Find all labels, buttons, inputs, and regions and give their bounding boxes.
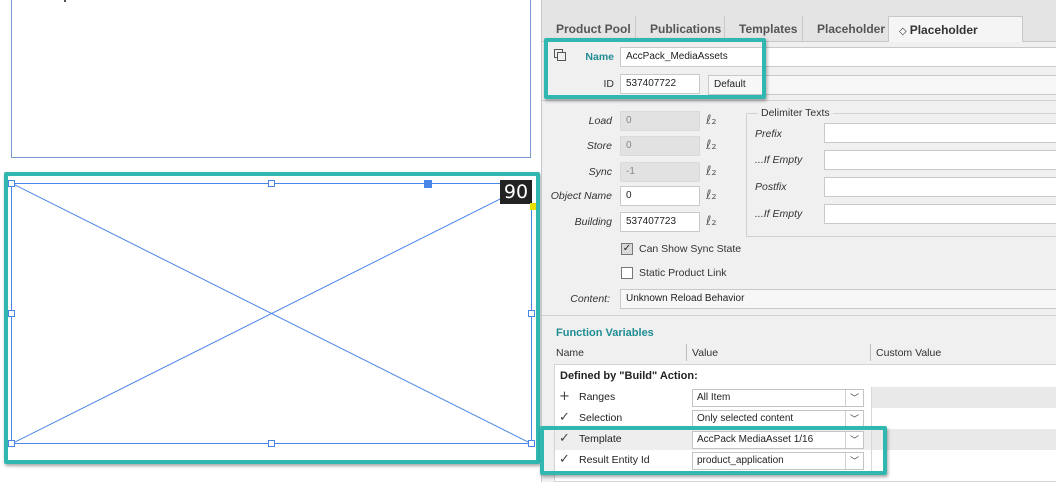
custom-value-cell[interactable] [871, 429, 1056, 450]
column-separator[interactable] [870, 344, 871, 361]
prefix-field[interactable] [824, 123, 1056, 143]
chevron-down-icon[interactable]: ﹀ [845, 432, 863, 448]
custom-value-cell[interactable] [871, 387, 1056, 408]
grid-header: Name Value Custom Value [554, 343, 1056, 362]
chevron-down-icon[interactable]: ﹀ [845, 390, 863, 406]
row-name: Result Entity Id [579, 454, 650, 466]
function-variables-title: Function Variables [556, 327, 654, 339]
chevron-down-icon[interactable]: ﹀ [845, 411, 863, 427]
table-row[interactable]: ✓ Selection Only selected content ﹀ [555, 408, 1056, 429]
content-label: Content: [570, 293, 610, 305]
chevron-down-icon[interactable]: ﹀ [845, 453, 863, 469]
static-product-link-label: Static Product Link [639, 267, 727, 279]
grid-group-header: Defined by "Build" Action: [560, 370, 698, 382]
chevron-updown-icon: ◇ [899, 26, 907, 37]
row-name: Template [579, 433, 622, 445]
frame-label-marker [530, 203, 536, 210]
resize-handle-bottom-right[interactable] [528, 440, 535, 447]
id-field[interactable]: 537407722 [620, 74, 700, 94]
prefix-if-empty-field[interactable] [824, 150, 1056, 170]
divider [542, 100, 1056, 101]
text-cursor-glyph [64, 0, 66, 2]
postfix-if-empty-field[interactable] [824, 204, 1056, 224]
row-name: Ranges [579, 391, 616, 403]
custom-value-cell[interactable] [871, 408, 1056, 429]
frame-center-handle[interactable] [424, 180, 432, 188]
building-field[interactable]: 537407723 [620, 212, 700, 232]
column-header-custom-value[interactable]: Custom Value [876, 347, 941, 359]
tab-product-pool[interactable]: Product Pool [542, 16, 636, 42]
column-header-value[interactable]: Value [692, 347, 718, 359]
edit-signature-icon[interactable]: ℓ₂ [706, 164, 717, 179]
content-dropdown[interactable]: Unknown Reload Behavior [620, 289, 1056, 309]
resize-handle-top-left[interactable] [8, 180, 15, 187]
sync-field: -1 [620, 162, 700, 182]
id-label: ID [603, 78, 615, 90]
frame-id-label: 90 [500, 180, 532, 204]
layout-canvas[interactable]: 90 [0, 0, 540, 482]
placeholder-options-panel: Product Pool Publications Templates Plac… [540, 0, 1056, 482]
static-product-link-checkbox[interactable] [621, 267, 633, 279]
store-label: Store [586, 140, 612, 152]
function-variables-grid: Defined by "Build" Action: + Ranges All … [554, 364, 1056, 482]
check-icon[interactable]: ✓ [559, 410, 570, 425]
postfix-if-empty-label: ...If Empty [755, 208, 803, 220]
tab-templates[interactable]: Templates [725, 16, 803, 42]
value-dropdown[interactable]: product_application ﹀ [692, 452, 864, 470]
edit-signature-icon[interactable]: ℓ₂ [706, 188, 717, 203]
empty-frame-cross-icon [11, 183, 532, 444]
name-field[interactable]: AccPack_MediaAssets [620, 47, 1056, 67]
custom-value-cell[interactable] [871, 450, 1056, 471]
load-label: Load [588, 115, 612, 127]
copy-icon[interactable] [554, 49, 567, 61]
store-field: 0 [620, 136, 700, 156]
value-dropdown[interactable]: Only selected content ﹀ [692, 410, 864, 428]
divider [542, 315, 1056, 316]
column-separator[interactable] [686, 344, 687, 361]
check-icon[interactable]: ✓ [559, 431, 570, 446]
prefix-label: Prefix [755, 128, 782, 140]
resize-handle-top[interactable] [268, 180, 275, 187]
name-label: Name [585, 51, 614, 63]
building-label: Building [574, 216, 612, 228]
table-row[interactable]: ✓ Template AccPack MediaAsset 1/16 ﹀ [555, 429, 1056, 450]
value-dropdown[interactable]: AccPack MediaAsset 1/16 ﹀ [692, 431, 864, 449]
check-icon[interactable]: ✓ [559, 452, 570, 467]
text-frame[interactable] [11, 0, 531, 158]
resize-handle-right[interactable] [528, 310, 535, 317]
resize-handle-bottom-left[interactable] [8, 440, 15, 447]
postfix-label: Postfix [755, 181, 787, 193]
edit-signature-icon[interactable]: ℓ₂ [706, 138, 717, 153]
tab-placeholder[interactable]: Placeholder [803, 16, 889, 42]
table-row[interactable]: ✓ Result Entity Id product_application ﹀ [555, 450, 1056, 471]
edit-signature-icon[interactable]: ℓ₂ [706, 113, 717, 128]
tab-placeholder-options[interactable]: ◇Placeholder Options [889, 16, 1023, 65]
resize-handle-left[interactable] [8, 310, 15, 317]
delimiter-texts-title: Delimiter Texts [758, 107, 833, 119]
load-field: 0 [620, 111, 700, 131]
tab-bar: Product Pool Publications Templates Plac… [542, 0, 1056, 65]
resize-handle-bottom[interactable] [268, 440, 275, 447]
row-name: Selection [579, 412, 623, 424]
tab-publications[interactable]: Publications [636, 16, 725, 42]
value-dropdown[interactable]: All Item ﹀ [692, 389, 864, 407]
can-show-sync-state-label: Can Show Sync State [639, 243, 742, 255]
prefix-if-empty-label: ...If Empty [755, 154, 803, 166]
sync-label: Sync [588, 166, 612, 178]
object-name-field[interactable]: 0 [620, 186, 700, 206]
column-header-name[interactable]: Name [556, 347, 584, 359]
default-button[interactable]: Default [708, 75, 1056, 95]
add-icon[interactable]: + [559, 389, 570, 404]
table-row[interactable]: + Ranges All Item ﹀ [555, 387, 1056, 408]
object-name-label: Object Name [550, 190, 612, 202]
postfix-field[interactable] [824, 177, 1056, 197]
edit-signature-icon[interactable]: ℓ₂ [706, 214, 717, 229]
can-show-sync-state-checkbox[interactable]: ✓ [621, 243, 633, 255]
